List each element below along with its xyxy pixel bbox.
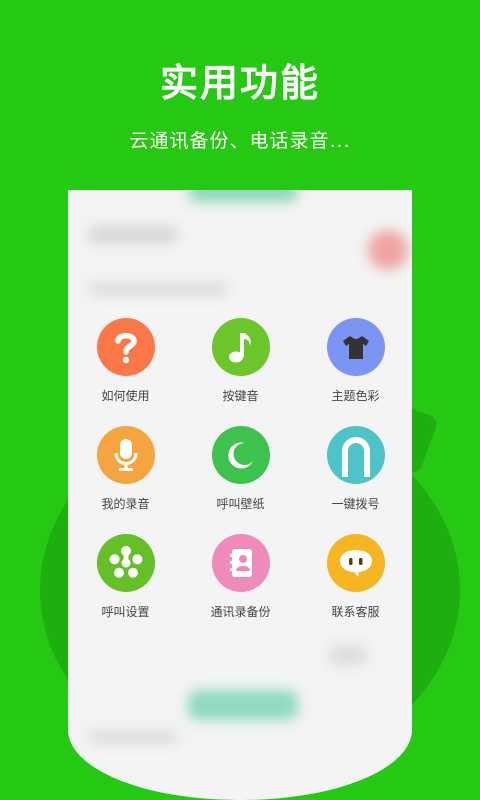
music-note-icon xyxy=(211,318,270,376)
feature-label: 呼叫壁纸 xyxy=(216,497,265,511)
blurred-content xyxy=(328,645,368,665)
feature-label: 一键拨号 xyxy=(331,497,380,511)
feature-label: 如何使用 xyxy=(101,389,150,403)
chat-bubble-icon xyxy=(326,534,385,592)
feature-label: 通讯录备份 xyxy=(210,605,271,619)
address-book-icon xyxy=(211,534,270,592)
blurred-content xyxy=(88,226,178,244)
feature-call-settings[interactable]: 呼叫设置 xyxy=(68,534,183,620)
feature-call-wallpaper[interactable]: 呼叫壁纸 xyxy=(183,426,298,512)
blurred-content xyxy=(88,282,228,296)
feature-key-tone[interactable]: 按键音 xyxy=(183,318,298,404)
feature-customer-service[interactable]: 联系客服 xyxy=(298,534,412,620)
microphone-icon xyxy=(96,426,155,484)
feature-my-recordings[interactable]: 我的录音 xyxy=(68,426,183,512)
arch-icon xyxy=(326,426,385,484)
feature-contacts-backup[interactable]: 通讯录备份 xyxy=(183,534,298,620)
feature-grid: 如何使用 按键音 主题色彩 我的录音 呼叫壁纸 一键拨号 呼叫设置 通讯录备份 … xyxy=(68,318,412,620)
feature-label: 联系客服 xyxy=(331,605,380,619)
feature-theme-color[interactable]: 主题色彩 xyxy=(298,318,412,404)
page-title: 实用功能 xyxy=(159,61,320,105)
feature-label: 按键音 xyxy=(222,389,259,403)
feature-label: 呼叫设置 xyxy=(101,605,150,619)
phone-screen: 如何使用 按键音 主题色彩 我的录音 呼叫壁纸 一键拨号 呼叫设置 通讯录备份 … xyxy=(68,190,412,800)
question-icon xyxy=(96,318,155,376)
page-subtitle: 云通讯备份、电话录音... xyxy=(129,130,351,152)
feature-label: 主题色彩 xyxy=(331,389,380,403)
blurred-content xyxy=(188,190,298,202)
feature-label: 我的录音 xyxy=(101,497,150,511)
moon-icon xyxy=(211,426,270,484)
feature-how-to-use[interactable]: 如何使用 xyxy=(68,318,183,404)
blurred-content xyxy=(188,690,298,720)
asterisk-icon xyxy=(96,534,155,592)
feature-one-key-dial[interactable]: 一键拨号 xyxy=(298,426,412,512)
blurred-content xyxy=(88,730,178,744)
blurred-content xyxy=(368,230,408,270)
tshirt-icon xyxy=(326,318,385,376)
